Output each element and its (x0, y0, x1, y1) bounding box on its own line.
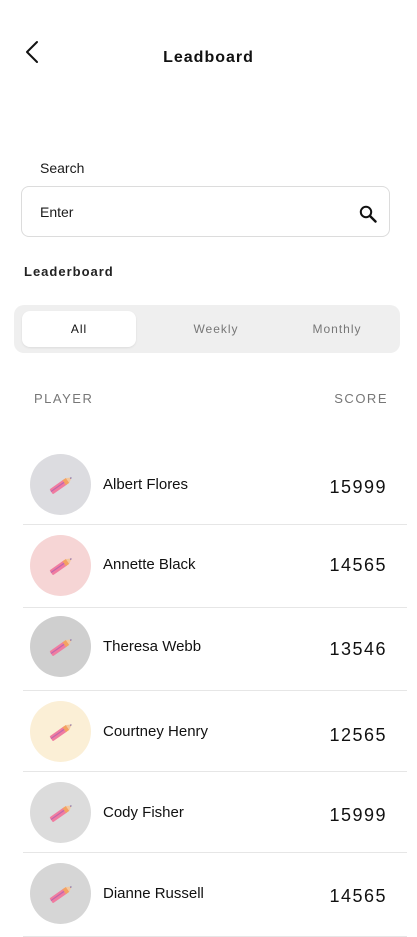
player-avatar (30, 701, 91, 762)
player-avatar (30, 782, 91, 843)
leaderboard-heading: Leaderboard (24, 264, 114, 279)
player-name: Dianne Russell (103, 885, 204, 902)
score-column-header: SCORE (334, 391, 388, 406)
player-avatar (30, 863, 91, 924)
player-row[interactable]: Theresa Webb 13546 (23, 608, 407, 691)
player-score: 15999 (329, 477, 387, 497)
player-name: Courtney Henry (103, 723, 209, 740)
page-title: Leadboard (163, 49, 254, 66)
player-name: Cody Fisher (103, 804, 184, 821)
player-avatar (30, 535, 91, 596)
search-icon[interactable] (359, 205, 377, 223)
player-score: 12565 (329, 725, 387, 745)
tab-weekly[interactable]: Weekly (159, 311, 273, 347)
tab-monthly[interactable]: Monthly (280, 311, 394, 347)
player-name: Annette Black (103, 556, 196, 573)
player-row[interactable]: Cody Fisher 15999 (23, 772, 407, 853)
player-score: 15999 (329, 805, 387, 825)
player-row[interactable]: Courtney Henry 12565 (23, 691, 407, 772)
player-row[interactable]: Annette Black 14565 (23, 525, 407, 608)
player-score: 14565 (329, 555, 387, 575)
player-avatar (30, 616, 91, 677)
player-column-header: PLAYER (34, 391, 94, 406)
period-tabs: All Weekly Monthly (14, 305, 400, 353)
search-input[interactable] (40, 187, 340, 236)
player-name: Albert Flores (103, 476, 189, 493)
player-row[interactable]: Albert Flores 15999 (23, 441, 407, 525)
search-label: Search (40, 160, 85, 176)
player-score: 14565 (329, 886, 387, 906)
player-avatar (30, 454, 91, 515)
search-box (21, 186, 390, 237)
player-score: 13546 (329, 639, 387, 659)
player-row[interactable]: Dianne Russell 14565 (23, 853, 407, 937)
player-name: Theresa Webb (103, 638, 202, 655)
tab-all[interactable]: All (22, 311, 136, 347)
